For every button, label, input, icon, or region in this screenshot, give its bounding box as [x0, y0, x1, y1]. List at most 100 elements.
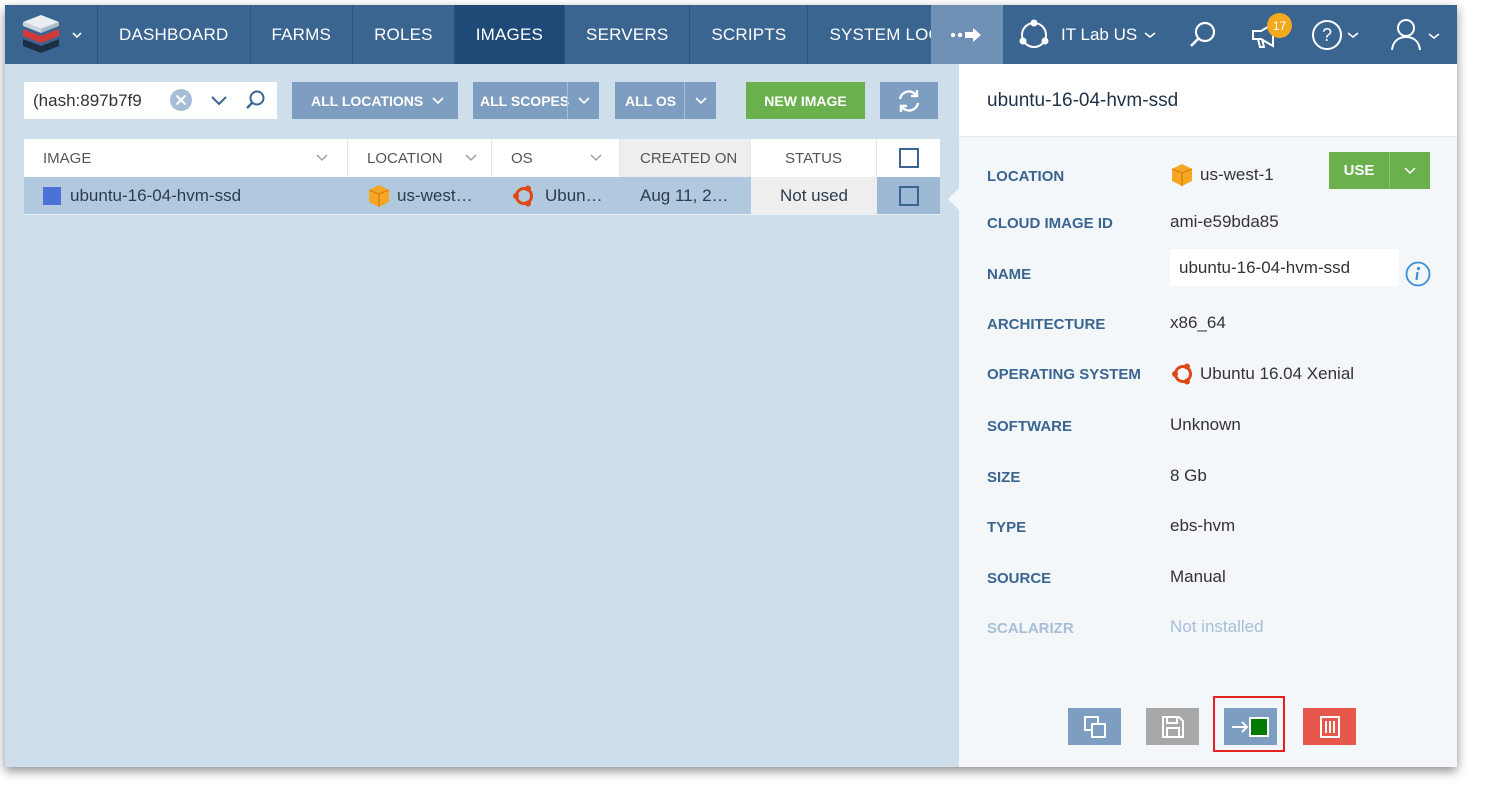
- all-os-toggle[interactable]: [684, 82, 717, 119]
- select-all-checkbox[interactable]: [877, 139, 940, 177]
- created-value: Aug 11, 2…: [640, 185, 729, 205]
- search-icon: [1190, 21, 1216, 47]
- field-label-scalarizr: SCALARIZR: [987, 620, 1074, 637]
- field-value-location: us-west-1: [1170, 163, 1274, 187]
- column-label: CREATED ON: [640, 149, 738, 167]
- name-field[interactable]: ubuntu-16-04-hvm-ssd: [1170, 249, 1399, 286]
- help-icon: ?: [1312, 19, 1359, 50]
- use-button[interactable]: USE: [1329, 152, 1430, 189]
- ubuntu-icon: [1172, 363, 1192, 385]
- column-label: OS: [511, 149, 533, 167]
- all-os-label: ALL OS: [625, 92, 677, 109]
- image-details-panel: ubuntu-16-04-hvm-ssd LOCATION us-west-1 …: [948, 64, 1457, 767]
- cell-status: Not used: [751, 177, 877, 214]
- highlight-box: [1213, 696, 1285, 752]
- field-label-type: TYPE: [987, 519, 1027, 536]
- svg-text:?: ?: [1322, 25, 1332, 45]
- row-divider: [24, 214, 940, 215]
- column-status[interactable]: STATUS: [751, 139, 877, 177]
- field-label-cloud-image-id: CLOUD IMAGE ID: [987, 215, 1113, 232]
- chevron-down-icon: [465, 154, 477, 161]
- clear-icon[interactable]: [169, 88, 193, 112]
- chevron-down-icon: [1404, 166, 1416, 174]
- trash-icon: [1319, 715, 1340, 738]
- location-value: us-west…: [397, 185, 473, 205]
- ubuntu-icon: [513, 185, 533, 206]
- notification-badge: 17: [1267, 13, 1292, 38]
- field-value-scalarizr: Not installed: [1170, 617, 1264, 636]
- os-value: Ubun…: [545, 185, 603, 205]
- search-button[interactable]: [1188, 5, 1218, 64]
- column-location[interactable]: LOCATION: [348, 139, 492, 177]
- logo-menu[interactable]: [5, 5, 98, 64]
- field-label-architecture: ARCHITECTURE: [987, 316, 1106, 333]
- user-icon: [1391, 18, 1440, 50]
- column-image[interactable]: IMAGE: [24, 139, 348, 177]
- search-icon[interactable]: [244, 89, 266, 111]
- row-checkbox[interactable]: [877, 177, 940, 214]
- os-text: Ubuntu 16.04 Xenial: [1200, 364, 1355, 383]
- environment-selector[interactable]: IT Lab US: [1017, 5, 1157, 64]
- column-label: LOCATION: [367, 149, 443, 167]
- info-icon[interactable]: [1405, 261, 1431, 287]
- user-menu[interactable]: [1388, 5, 1444, 64]
- field-label-location: LOCATION: [987, 168, 1065, 185]
- nav-images[interactable]: IMAGES: [454, 5, 566, 64]
- help-menu[interactable]: ?: [1311, 5, 1361, 64]
- panel-title: ubuntu-16-04-hvm-ssd: [987, 90, 1179, 111]
- use-dropdown-toggle[interactable]: [1389, 152, 1430, 189]
- refresh-button[interactable]: [880, 82, 938, 119]
- all-scopes-toggle[interactable]: [567, 82, 600, 119]
- chevron-down-icon[interactable]: [209, 94, 229, 108]
- new-image-button[interactable]: NEW IMAGE: [746, 82, 865, 119]
- nav-scripts[interactable]: SCRIPTS: [690, 5, 809, 64]
- all-scopes-label: ALL SCOPES: [480, 92, 570, 109]
- panel-pointer: [948, 187, 960, 211]
- field-value-type: ebs-hvm: [1170, 516, 1236, 535]
- copy-icon: [1083, 715, 1106, 738]
- more-menu-button[interactable]: [931, 5, 1003, 64]
- environment-name: IT Lab US: [1061, 24, 1138, 44]
- column-created-on[interactable]: CREATED ON: [620, 139, 751, 177]
- delete-button[interactable]: [1303, 708, 1356, 745]
- aws-icon: [1171, 164, 1193, 186]
- panel-header: ubuntu-16-04-hvm-ssd: [959, 64, 1457, 137]
- column-label: STATUS: [785, 149, 842, 167]
- more-arrow-icon: [950, 27, 981, 42]
- image-color-icon: [43, 186, 61, 205]
- chevron-down-icon: [432, 96, 444, 104]
- chevron-down-icon: [695, 96, 707, 104]
- aws-icon: [368, 184, 390, 207]
- refresh-icon: [898, 89, 920, 112]
- save-button[interactable]: [1146, 708, 1199, 745]
- nav-farms[interactable]: FARMS: [251, 5, 354, 64]
- all-locations-label: ALL LOCATIONS: [311, 92, 424, 109]
- cell-location: us-west…: [367, 177, 487, 214]
- use-label: USE: [1343, 162, 1375, 179]
- cell-os: Ubun…: [511, 177, 616, 214]
- field-value-source: Manual: [1170, 567, 1226, 586]
- cell-image: ubuntu-16-04-hvm-ssd: [43, 177, 343, 214]
- nav-roles[interactable]: ROLES: [353, 5, 455, 64]
- all-locations-dropdown[interactable]: ALL LOCATIONS: [292, 82, 458, 119]
- status-value: Not used: [779, 185, 849, 205]
- checkbox-icon: [898, 148, 919, 168]
- nav-servers[interactable]: SERVERS: [565, 5, 691, 64]
- location-text: us-west-1: [1200, 165, 1274, 184]
- column-os[interactable]: OS: [492, 139, 620, 177]
- search-input[interactable]: (hash:897b7f9: [33, 91, 153, 111]
- field-value-architecture: x86_64: [1170, 313, 1226, 332]
- field-value-software: Unknown: [1170, 415, 1241, 434]
- chevron-down-icon: [1144, 31, 1156, 38]
- search-box[interactable]: (hash:897b7f9: [24, 82, 277, 119]
- copy-button[interactable]: [1068, 708, 1121, 745]
- checkbox-icon: [898, 185, 919, 206]
- table-row[interactable]: ubuntu-16-04-hvm-ssd us-west… Ubun… Aug …: [24, 177, 940, 214]
- save-icon: [1161, 715, 1184, 738]
- cell-created-on: Aug 11, 2…: [620, 177, 751, 214]
- nav-dashboard[interactable]: DASHBOARD: [98, 5, 251, 64]
- all-scopes-dropdown[interactable]: ALL SCOPES: [473, 82, 599, 119]
- field-label-name: NAME: [987, 266, 1032, 283]
- field-value-cloud-image-id: ami-e59bda85: [1170, 212, 1279, 231]
- all-os-dropdown[interactable]: ALL OS: [615, 82, 716, 119]
